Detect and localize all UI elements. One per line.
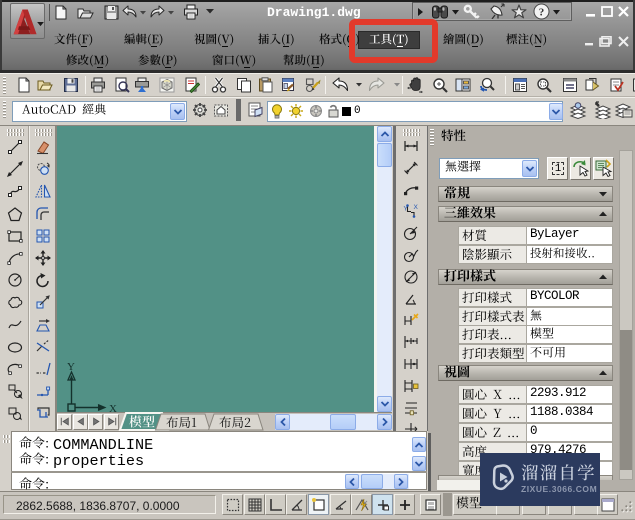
svg-text:Y: Y — [67, 361, 75, 373]
svg-text:X: X — [414, 204, 419, 211]
svg-text:?: ? — [539, 7, 545, 19]
